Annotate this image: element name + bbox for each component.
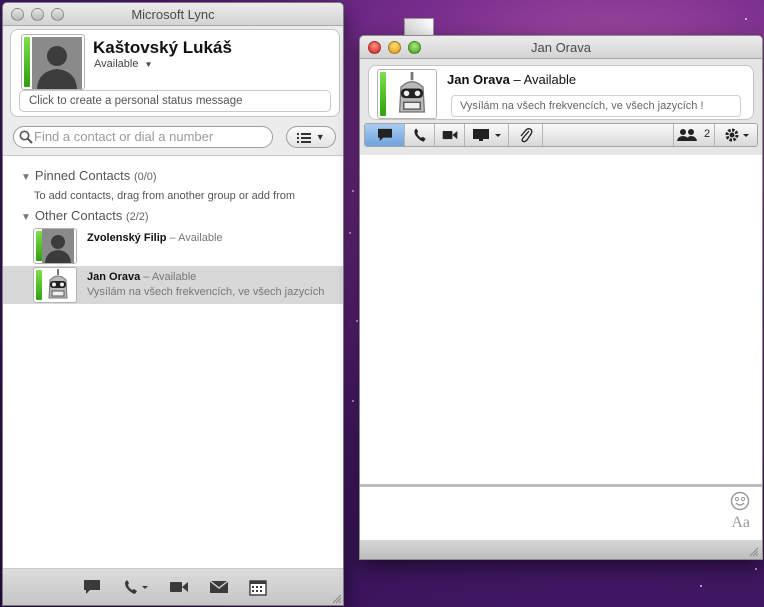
contact-title: Zvolenský Filip – Available (87, 232, 223, 244)
contact-status: – Available (166, 232, 223, 244)
contact-list: ▼ Pinned Contacts (0/0) To add contacts, … (3, 155, 343, 569)
window-title: Microsoft Lync (131, 7, 215, 22)
desktop-star (349, 232, 351, 234)
conversation-titlebar[interactable]: Jan Orava (360, 36, 762, 59)
video-icon (442, 130, 457, 140)
contact-avatar[interactable] (377, 69, 437, 119)
disclosure-triangle-icon: ▼ (21, 172, 31, 183)
view-options-button[interactable]: ▼ (286, 126, 336, 148)
desktop-star (755, 568, 757, 570)
group-other-contacts[interactable]: ▼ Other Contacts (2/2) (21, 208, 149, 223)
desktop-star (745, 18, 747, 20)
window-controls (368, 41, 421, 54)
conversation-status-bar (360, 540, 762, 559)
group-name: Other Contacts (34, 208, 123, 223)
gear-icon (725, 128, 749, 142)
presence-indicator (380, 72, 386, 116)
group-count: (2/2) (125, 211, 149, 223)
window-controls (11, 8, 64, 21)
search-icon (19, 130, 33, 144)
minimize-button[interactable] (388, 41, 401, 54)
emoticon-icon[interactable] (730, 491, 750, 511)
close-button[interactable] (368, 41, 381, 54)
my-status-label: Available (94, 58, 139, 70)
contact-note: Vysílám na všech frekvencích, ve všech j… (87, 286, 325, 298)
contact-status: – Available (509, 72, 577, 87)
desktop-star (352, 400, 354, 402)
options-button[interactable] (717, 124, 757, 146)
person-silhouette-icon (32, 37, 82, 89)
contact-status: – Available (140, 271, 197, 283)
im-button[interactable] (365, 124, 405, 146)
im-icon (377, 128, 392, 142)
contact-note: Vysílám na všech frekvencích, ve všech j… (451, 95, 741, 117)
robot-avatar-icon (42, 268, 74, 302)
my-status-dropdown[interactable]: Available ▼ (94, 58, 152, 70)
my-info-card: Kaštovský Lukáš Available ▼ Click to cre… (10, 29, 340, 117)
mail-icon[interactable] (209, 579, 229, 595)
message-input[interactable]: Aa (360, 487, 762, 540)
im-icon[interactable] (83, 579, 101, 595)
screen-share-icon (472, 129, 501, 141)
contact-row-zvolensky-filip[interactable]: Zvolenský Filip – Available (3, 227, 343, 265)
attach-icon (520, 128, 532, 143)
contact-name: Zvolenský Filip (87, 232, 167, 244)
phone-icon (413, 128, 426, 142)
contact-row-jan-orava[interactable]: Jan Orava – Available Vysílám na všech f… (3, 266, 343, 304)
desktop-star (352, 190, 354, 192)
video-icon[interactable] (169, 579, 189, 595)
calendar-icon[interactable] (249, 579, 267, 596)
attach-file-button[interactable] (509, 124, 543, 146)
window-title: Jan Orava (531, 40, 591, 55)
lync-bottom-toolbar (3, 569, 343, 605)
close-button[interactable] (11, 8, 24, 21)
resize-grip-icon[interactable] (332, 594, 342, 604)
disclosure-triangle-icon: ▼ (21, 212, 31, 223)
lync-titlebar[interactable]: Microsoft Lync (3, 3, 343, 26)
group-name: Pinned Contacts (34, 168, 131, 183)
personal-status-message[interactable]: Click to create a personal status messag… (19, 90, 331, 112)
conversation-toolbar: 2 (364, 123, 758, 147)
lync-main-window: Microsoft Lync Kaštovský Lukáš Available… (2, 2, 344, 606)
zoom-button[interactable] (51, 8, 64, 21)
zoom-button[interactable] (408, 41, 421, 54)
contact-name: Jan Orava (87, 271, 141, 283)
phone-icon[interactable] (123, 579, 149, 595)
conversation-contact-title: Jan Orava – Available (447, 72, 576, 87)
resize-grip-icon[interactable] (749, 547, 759, 557)
presence-indicator (24, 37, 30, 87)
contact-name: Jan Orava (447, 72, 510, 87)
group-hint: To add contacts, drag from another group… (34, 190, 296, 202)
chevron-down-icon: ▼ (144, 60, 153, 69)
group-count: (0/0) (133, 171, 157, 183)
share-screen-button[interactable] (465, 124, 509, 146)
participants-button[interactable]: 2 (673, 124, 715, 146)
search-row: Find a contact or dial a number ▼ (13, 126, 339, 150)
search-placeholder: Find a contact or dial a number (34, 129, 214, 144)
group-pinned-contacts[interactable]: ▼ Pinned Contacts (0/0) (21, 168, 157, 183)
desktop-star (700, 585, 702, 587)
my-avatar[interactable] (21, 34, 85, 90)
conversation-header: Jan Orava – Available Vysílám na všech f… (360, 59, 762, 155)
call-button[interactable] (405, 124, 435, 146)
desktop-star (356, 320, 358, 322)
my-name: Kaštovský Lukáš (93, 38, 232, 57)
contact-card: Jan Orava – Available Vysílám na všech f… (368, 65, 754, 120)
contact-avatar (33, 228, 77, 264)
participants-icon (677, 129, 697, 141)
conversation-history[interactable] (360, 155, 762, 484)
desktop-document-icon[interactable] (404, 18, 434, 36)
search-input[interactable]: Find a contact or dial a number (13, 126, 273, 148)
contact-title: Jan Orava – Available (87, 271, 196, 283)
minimize-button[interactable] (31, 8, 44, 21)
video-button[interactable] (435, 124, 465, 146)
participant-count: 2 (704, 128, 711, 140)
contact-avatar (33, 267, 77, 303)
person-silhouette-icon (42, 229, 74, 263)
font-button[interactable]: Aa (731, 514, 750, 532)
chevron-down-icon: ▼ (315, 132, 325, 142)
robot-avatar-icon (390, 70, 434, 118)
conversation-window: Jan Orava Jan Orava – Available Vysílám … (359, 35, 763, 560)
list-view-icon (297, 132, 312, 143)
